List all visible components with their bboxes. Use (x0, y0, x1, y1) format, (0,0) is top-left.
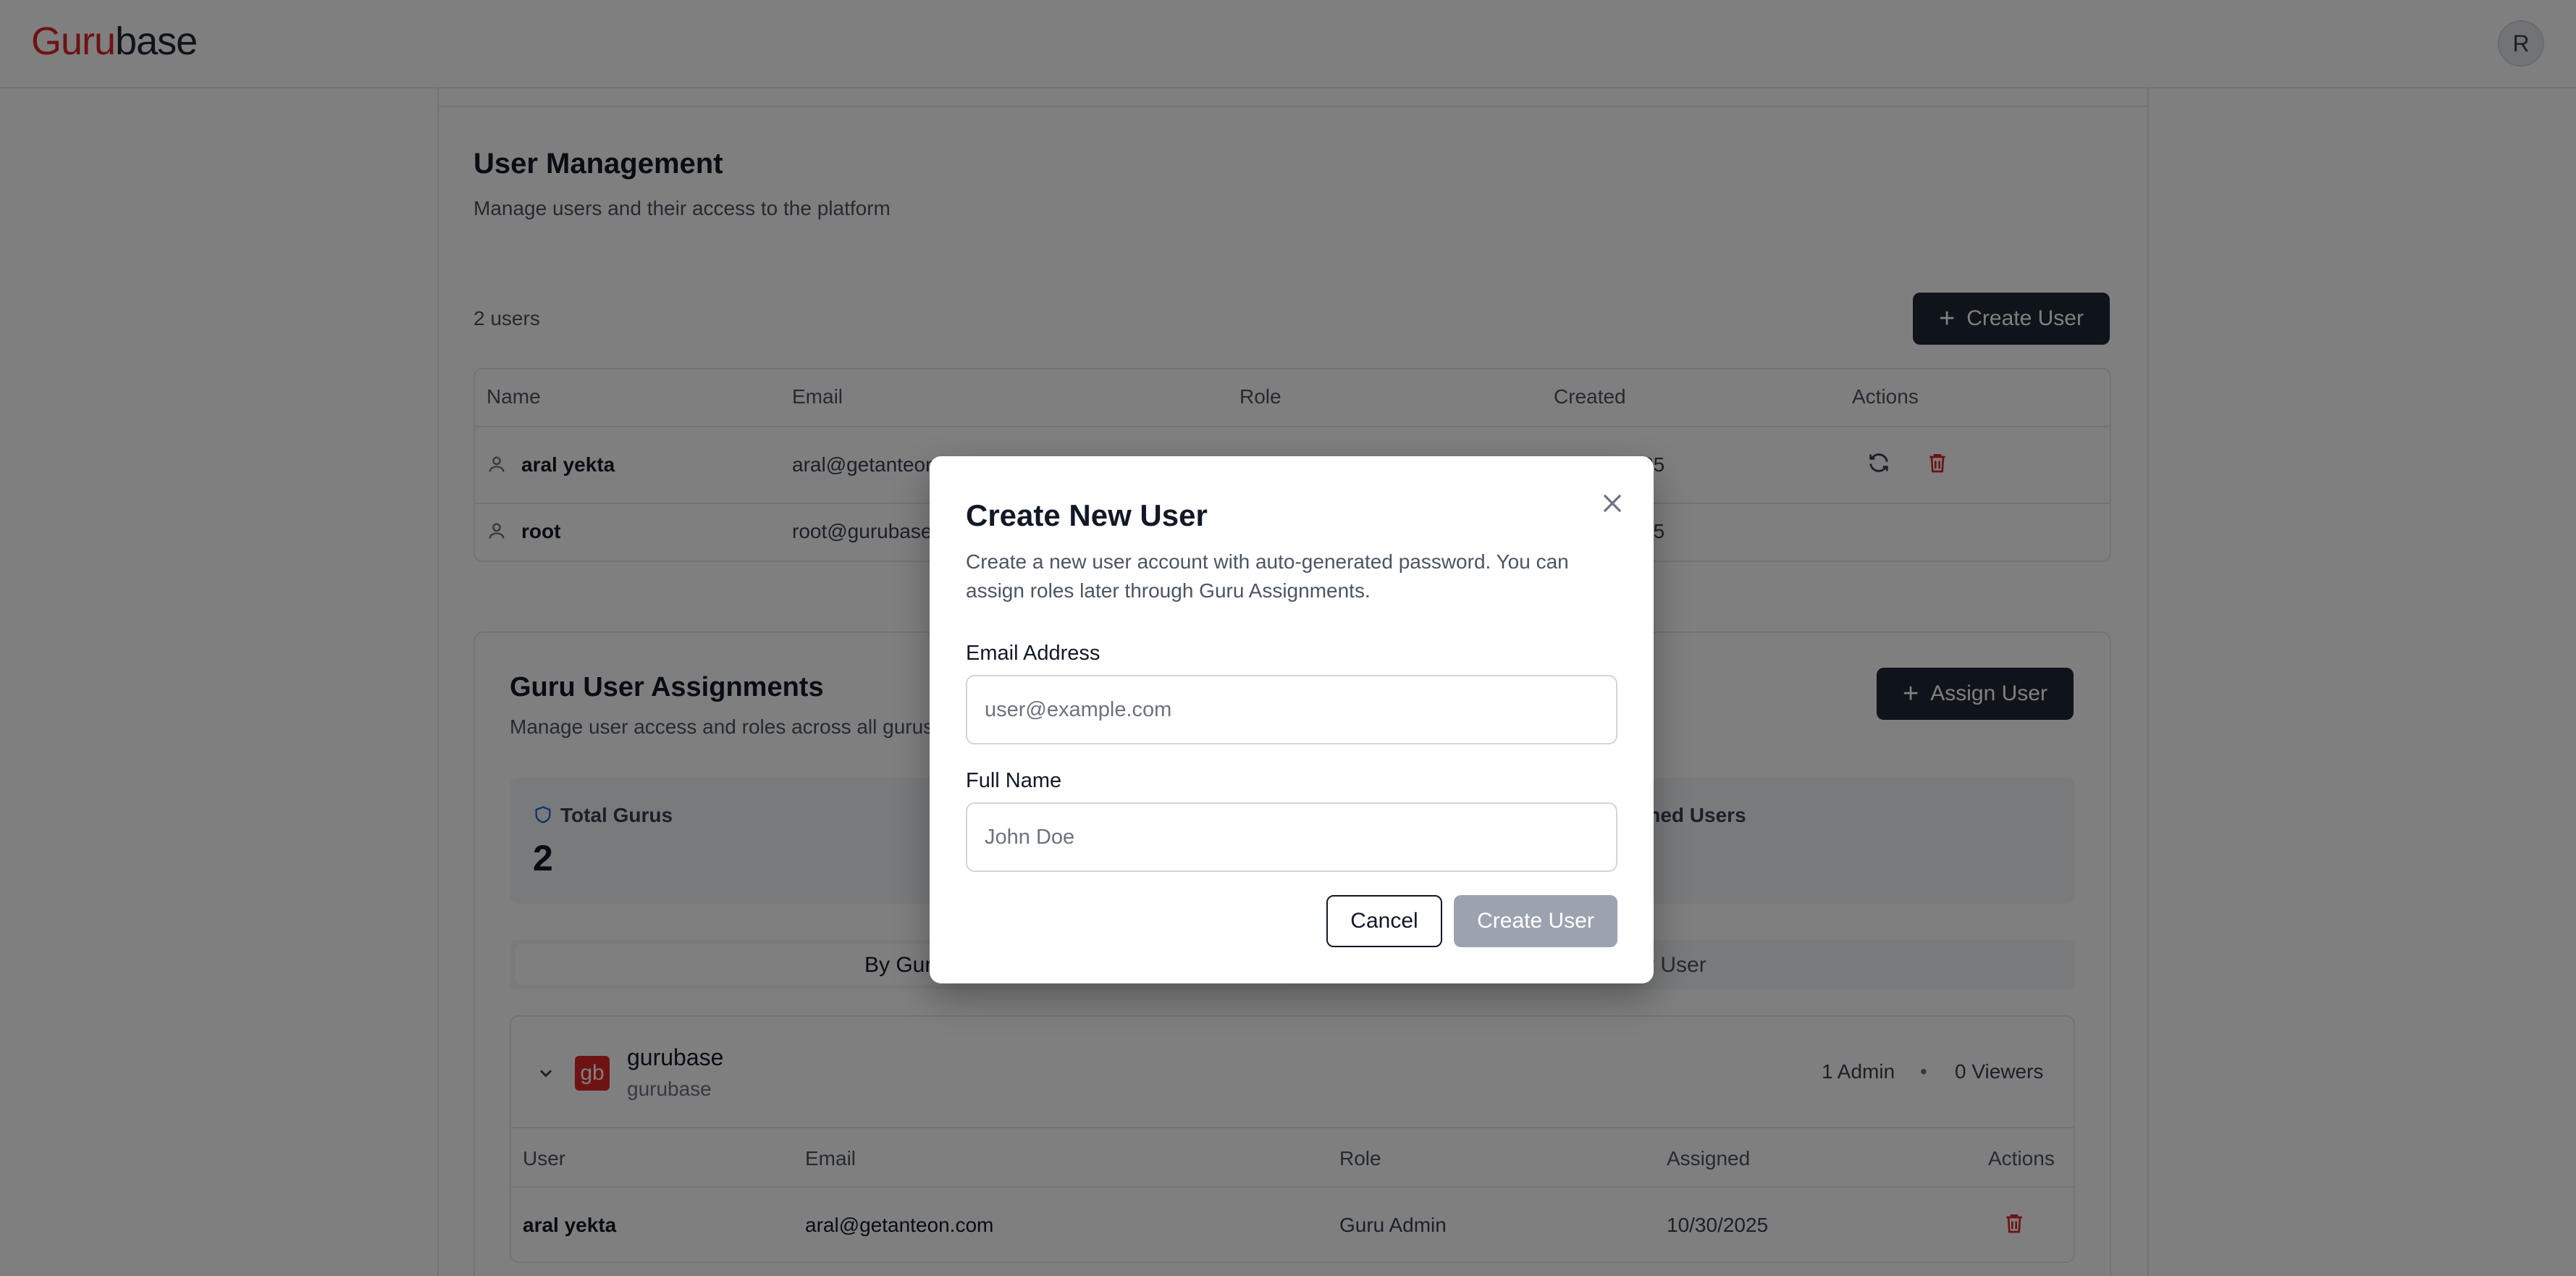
create-user-dialog: Create New User Create a new user accoun… (930, 456, 1654, 983)
dialog-description: Create a new user account with auto-gene… (966, 550, 1569, 602)
full-name-field[interactable] (966, 802, 1617, 872)
cancel-button[interactable]: Cancel (1326, 895, 1442, 947)
submit-create-user-button[interactable]: Create User (1454, 895, 1617, 947)
close-icon[interactable] (1594, 485, 1630, 521)
dialog-title: Create New User (966, 498, 1208, 532)
email-label: Email Address (966, 642, 1100, 665)
full-name-label: Full Name (966, 769, 1062, 792)
email-field[interactable] (966, 675, 1617, 744)
